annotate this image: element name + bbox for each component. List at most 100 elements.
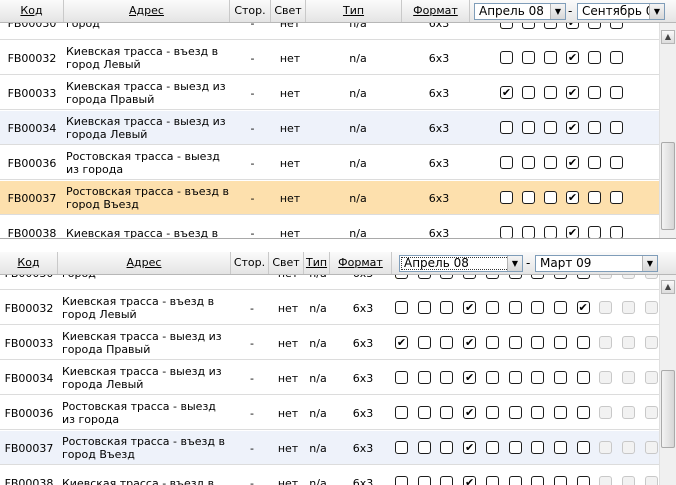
month-checkbox[interactable] [508, 441, 522, 454]
table-row[interactable]: FB00034 Киевская трасса - выезд из города… [0, 111, 660, 145]
month-checkbox[interactable] [588, 86, 601, 99]
month-checkbox[interactable] [485, 336, 499, 349]
month-checkbox[interactable] [544, 226, 557, 238]
table-row[interactable]: FB00033 Киевская трасса - выезд из города… [0, 326, 660, 360]
month-checkbox[interactable] [576, 301, 590, 314]
month-checkbox[interactable] [500, 191, 513, 204]
col-header-type[interactable]: Тип [306, 0, 402, 22]
month-checkbox[interactable] [500, 22, 513, 29]
month-checkbox[interactable] [463, 301, 477, 314]
table-row[interactable]: FB00038 Киевская трасса - въезд в - нет n/a 6… [0, 466, 660, 485]
month-checkbox[interactable] [508, 336, 522, 349]
month-checkbox[interactable] [588, 51, 601, 64]
scroll-thumb[interactable] [661, 370, 675, 448]
col-header-code-label[interactable]: Код [17, 256, 39, 269]
col-header-address[interactable]: Адрес [58, 252, 231, 274]
col-header-code[interactable]: Код [0, 252, 58, 274]
month-checkbox[interactable] [395, 301, 408, 314]
chevron-down-icon[interactable]: ▼ [507, 256, 522, 271]
table-row[interactable]: FB00036 Ростовская трасса - выезд из горо… [0, 396, 660, 430]
col-header-type-label[interactable]: Тип [343, 4, 364, 17]
chevron-down-icon[interactable]: ▼ [550, 4, 565, 19]
month-checkbox[interactable] [500, 86, 513, 99]
to-month-select[interactable]: Март 09 ▼ [535, 255, 658, 272]
top-scrollbar[interactable]: ▲ [659, 22, 676, 238]
month-checkbox[interactable] [395, 371, 408, 384]
col-header-address-label[interactable]: Адрес [129, 4, 164, 17]
month-checkbox[interactable] [610, 156, 623, 169]
month-checkbox[interactable] [576, 336, 590, 349]
col-header-code-label[interactable]: Код [20, 4, 42, 17]
month-checkbox[interactable] [566, 86, 579, 99]
month-checkbox[interactable] [610, 121, 623, 134]
month-checkbox[interactable] [553, 371, 567, 384]
month-checkbox[interactable] [553, 301, 567, 314]
month-checkbox[interactable] [522, 51, 535, 64]
month-checkbox[interactable] [544, 86, 557, 99]
col-header-address[interactable]: Адрес [64, 0, 230, 22]
month-checkbox[interactable] [508, 476, 522, 485]
month-checkbox[interactable] [610, 191, 623, 204]
month-checkbox[interactable] [522, 226, 535, 238]
month-checkbox[interactable] [440, 301, 454, 314]
from-month-select[interactable]: Апрель 08 ▼ [474, 3, 566, 20]
month-checkbox[interactable] [566, 156, 579, 169]
month-checkbox[interactable] [463, 441, 477, 454]
month-checkbox[interactable] [576, 406, 590, 419]
month-checkbox[interactable] [610, 86, 623, 99]
month-checkbox[interactable] [440, 406, 454, 419]
month-checkbox[interactable] [485, 406, 499, 419]
month-checkbox[interactable] [576, 441, 590, 454]
month-checkbox[interactable] [610, 22, 623, 29]
month-checkbox[interactable] [544, 156, 557, 169]
table-row[interactable]: FB00032 Киевская трасса - въезд в город Л… [0, 291, 660, 325]
month-checkbox[interactable] [522, 86, 535, 99]
month-checkbox[interactable] [531, 371, 545, 384]
month-checkbox[interactable] [610, 226, 623, 238]
month-checkbox[interactable] [485, 371, 499, 384]
month-checkbox[interactable] [588, 22, 601, 29]
month-checkbox[interactable] [508, 301, 522, 314]
month-checkbox[interactable] [463, 371, 477, 384]
month-checkbox[interactable] [566, 51, 579, 64]
month-checkbox[interactable] [531, 336, 545, 349]
month-checkbox[interactable] [522, 156, 535, 169]
scroll-thumb[interactable] [661, 142, 675, 230]
month-checkbox[interactable] [500, 121, 513, 134]
month-checkbox[interactable] [553, 336, 567, 349]
month-checkbox[interactable] [610, 51, 623, 64]
month-checkbox[interactable] [463, 476, 477, 485]
scroll-up-arrow-icon[interactable]: ▲ [661, 280, 675, 294]
month-checkbox[interactable] [531, 441, 545, 454]
month-checkbox[interactable] [395, 406, 408, 419]
month-checkbox[interactable] [485, 441, 499, 454]
month-checkbox[interactable] [417, 441, 431, 454]
table-row[interactable]: FB00032 Киевская трасса - въезд в город Л… [0, 41, 660, 75]
month-checkbox[interactable] [395, 336, 408, 349]
col-header-format-label[interactable]: Формат [338, 256, 383, 269]
col-header-format-label[interactable]: Формат [413, 4, 458, 17]
month-checkbox[interactable] [463, 406, 477, 419]
month-checkbox[interactable] [463, 336, 477, 349]
month-checkbox[interactable] [440, 371, 454, 384]
col-header-address-label[interactable]: Адрес [127, 256, 162, 269]
month-checkbox[interactable] [566, 226, 579, 238]
month-checkbox[interactable] [588, 226, 601, 238]
month-checkbox[interactable] [531, 476, 545, 485]
month-checkbox[interactable] [485, 476, 499, 485]
col-header-type-label[interactable]: Тип [306, 256, 327, 269]
table-row[interactable]: FB00030город-нетn/a6x3 [0, 274, 660, 290]
chevron-down-icon[interactable]: ▼ [649, 4, 664, 19]
month-checkbox[interactable] [417, 476, 431, 485]
month-checkbox[interactable] [544, 121, 557, 134]
month-checkbox[interactable] [553, 476, 567, 485]
scroll-up-arrow-icon[interactable]: ▲ [661, 30, 675, 44]
month-checkbox[interactable] [440, 441, 454, 454]
month-checkbox[interactable] [417, 406, 431, 419]
month-checkbox[interactable] [531, 406, 545, 419]
month-checkbox[interactable] [508, 406, 522, 419]
month-checkbox[interactable] [440, 476, 454, 485]
month-checkbox[interactable] [500, 51, 513, 64]
col-header-code[interactable]: Код [0, 0, 64, 22]
month-checkbox[interactable] [522, 22, 535, 29]
